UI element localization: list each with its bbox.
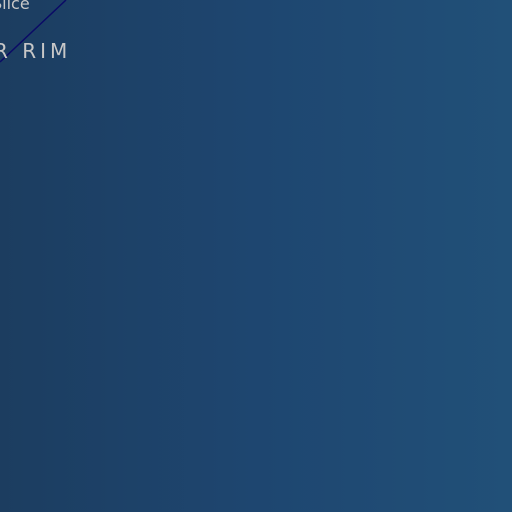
rim-label: R RIM [0,39,72,63]
diagonal-divider-line [0,0,67,63]
slice-label: Slice [0,0,30,13]
